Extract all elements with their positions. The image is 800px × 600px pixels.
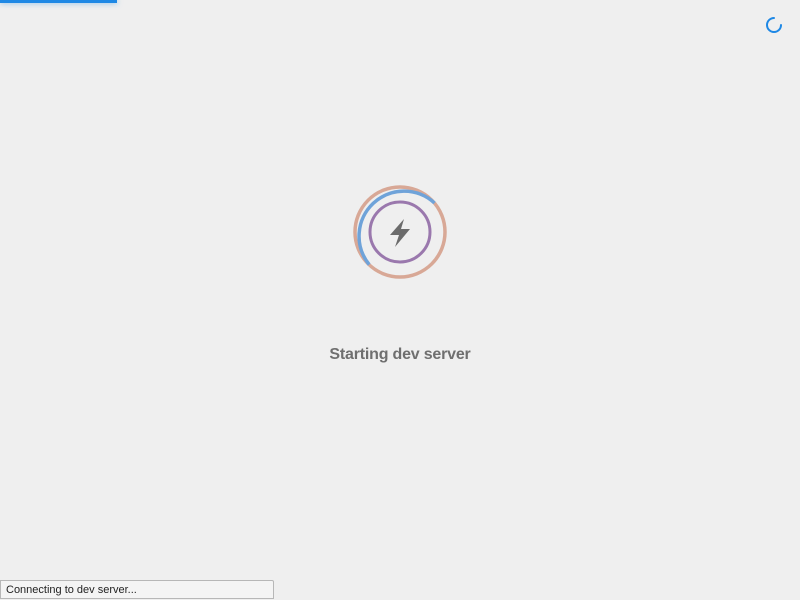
page-load-progress-bar [0,0,800,3]
progress-bar-fill [0,0,117,3]
loading-spinner-icon [766,17,782,33]
loading-page: Starting dev server Connecting to dev se… [0,0,800,600]
browser-status-bar: Connecting to dev server... [0,580,274,599]
lightning-bolt-icon [390,219,410,247]
status-title: Starting dev server [329,346,471,363]
dev-server-loader [353,185,447,279]
